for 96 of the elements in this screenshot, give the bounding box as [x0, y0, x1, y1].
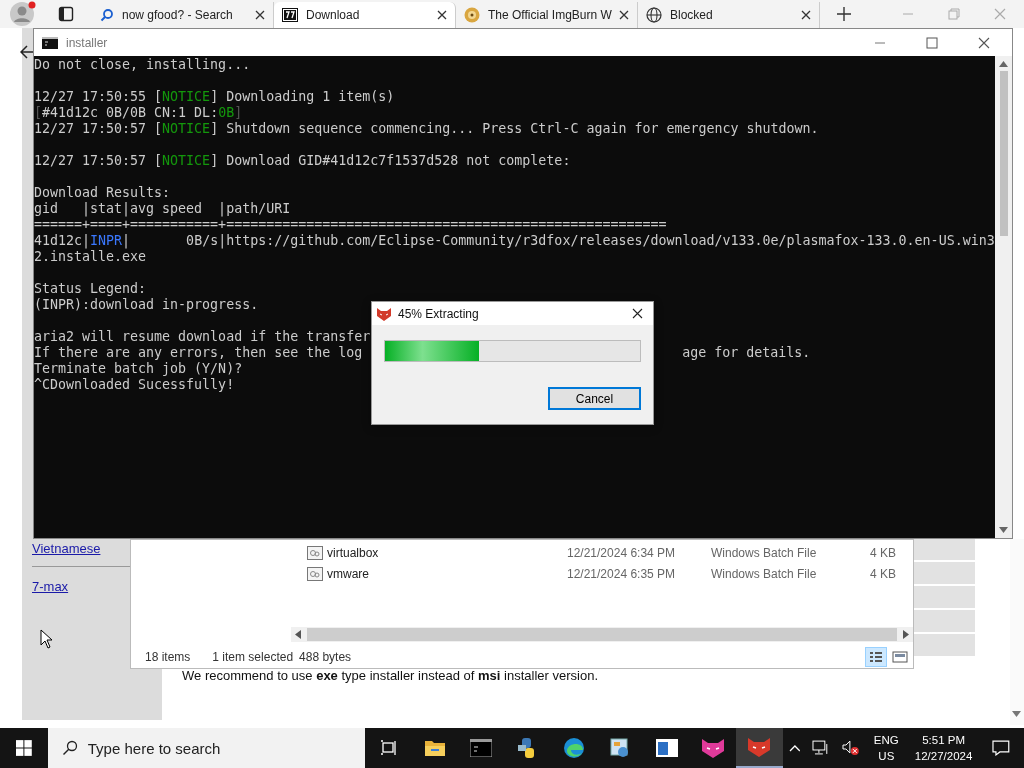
console-text: 41d12c|: [34, 233, 91, 248]
close-icon[interactable]: [437, 10, 447, 20]
maximize-icon[interactable]: [926, 36, 938, 49]
browser-tab[interactable]: Download: [274, 2, 456, 28]
scroll-right-icon[interactable]: [903, 630, 909, 639]
close-icon[interactable]: [801, 10, 811, 20]
selection-count: 1 item selected: [212, 650, 294, 664]
console-text: INPR: [90, 233, 123, 248]
table-cell: [913, 634, 975, 656]
console-text: age for details.: [682, 345, 811, 360]
batch-file-icon: [307, 545, 323, 560]
scroll-down-icon[interactable]: [1012, 711, 1021, 717]
scroll-thumb[interactable]: [999, 71, 1008, 236]
cat-icon: [747, 737, 772, 757]
file-type: Windows Batch File: [711, 545, 818, 560]
search-icon: [61, 740, 78, 756]
search-icon: [100, 8, 114, 22]
window-title: installer: [66, 35, 108, 50]
table-cell: [913, 586, 975, 608]
console-text: 2.installe.exe: [34, 249, 147, 264]
table-cell: [913, 562, 975, 584]
console-text: Terminate batch job (Y/N)?: [34, 361, 243, 376]
cat-icon: [376, 306, 392, 321]
cancel-button[interactable]: Cancel: [548, 387, 641, 410]
file-size: 4 KB: [869, 545, 896, 560]
console-text: 0B: [218, 105, 235, 120]
thumbnail-view-icon[interactable]: [891, 648, 909, 666]
edge-icon: [563, 737, 585, 759]
console-text: ^CDownloaded Sucessfully!: [34, 377, 235, 392]
language-link[interactable]: 7-max: [32, 579, 69, 594]
notifications-icon[interactable]: [992, 740, 1011, 756]
console-text: Status Legend:: [34, 281, 147, 296]
console-text: ] Shutdown sequence commencing... Press Ctrl-C again for emergency shutdown.: [210, 121, 819, 136]
search-field[interactable]: Type here to search: [47, 728, 366, 768]
cat-icon: [701, 738, 725, 758]
archive-icon: [282, 8, 298, 22]
table-cell: [913, 610, 975, 632]
console-icon: [470, 739, 493, 757]
task-view-icon: [379, 740, 398, 756]
back-icon[interactable]: [20, 45, 34, 59]
scrollbar[interactable]: [995, 56, 1012, 538]
window-icon: [655, 739, 678, 757]
console-text: 12/27 17:50:57 [: [34, 121, 163, 136]
console-text: 12/27 17:50:55 [: [34, 89, 163, 104]
scroll-up-icon[interactable]: [999, 61, 1008, 67]
notice-text: We recommend to use exe type installer instead of msi installer version.: [182, 668, 598, 683]
file-date: 12/21/2024 6:34 PM: [567, 545, 677, 560]
console-text: Do not close, installing...: [34, 57, 251, 72]
item-count: 18 items: [145, 650, 191, 664]
scrollbar[interactable]: [1010, 539, 1024, 725]
muted-speaker-icon[interactable]: [842, 740, 860, 756]
batch-file-icon: [307, 566, 323, 581]
file-name[interactable]: vmware: [327, 566, 567, 581]
console-text: NOTICE: [162, 89, 211, 104]
console-text: NOTICE: [162, 121, 211, 136]
pointer-icon: [40, 629, 53, 649]
tab-actions-icon[interactable]: [58, 6, 74, 22]
close-icon[interactable]: [619, 10, 629, 20]
console-text: #41d12c 0B/0B CN:1 DL:: [42, 105, 219, 120]
avatar-icon[interactable]: [10, 1, 36, 27]
file-date: 12/21/2024 6:35 PM: [567, 566, 677, 581]
new-tab-icon[interactable]: [836, 6, 852, 22]
console-text: (INPR):download in-progress.: [34, 297, 259, 312]
folder-icon: [423, 739, 446, 757]
console-text: 12/27 17:50:57 [: [34, 153, 163, 168]
horizontal-scrollbar[interactable]: [291, 627, 913, 642]
globe-icon: [646, 7, 662, 23]
console-text: | 0B/s|https://github.com/Eclipse-Community/r3dfox/releases/download/v133.0e/plasmafox-133.0.en-US.win3: [122, 233, 995, 248]
console-text: NOTICE: [162, 153, 211, 168]
close-icon[interactable]: [255, 10, 265, 20]
console-text: ======+====+===========+=======================================================: [34, 217, 667, 232]
file-name[interactable]: virtualbox: [327, 545, 567, 560]
console-text: aria2 will resume download if the transfer: [34, 329, 371, 344]
close-icon[interactable]: [978, 36, 990, 49]
console-text: ] Downloading 1 item(s): [210, 89, 395, 104]
dialog-title: 45% Extracting: [398, 306, 479, 321]
clock[interactable]: 5:51 PM 12/27/2024: [914, 732, 973, 764]
scroll-down-icon[interactable]: [999, 527, 1008, 533]
windows-start-icon[interactable]: [16, 740, 32, 756]
caret-icon[interactable]: [788, 744, 801, 752]
console-text: ] Download GID#41d12c7f1537d528 not complete:: [210, 153, 571, 168]
console-icon: [42, 36, 58, 49]
console-text: ]: [234, 105, 243, 120]
file-size: 4 KB: [869, 566, 896, 581]
selection-size: 488 bytes: [299, 650, 352, 664]
console-text: gid |stat|avg speed |path/URI: [34, 201, 291, 216]
close-icon[interactable]: [632, 308, 643, 319]
language-link[interactable]: Vietnamese: [32, 541, 101, 556]
disc-icon: [464, 7, 480, 23]
details-view-icon[interactable]: [865, 647, 887, 667]
file-type: Windows Batch File: [711, 566, 818, 581]
scroll-left-icon[interactable]: [295, 630, 301, 639]
console-text: [: [34, 105, 42, 120]
console-text: Download Results:: [34, 185, 171, 200]
console-text: If there are any errors, then see the log: [34, 345, 363, 360]
language-indicator[interactable]: ENG US: [873, 732, 899, 764]
